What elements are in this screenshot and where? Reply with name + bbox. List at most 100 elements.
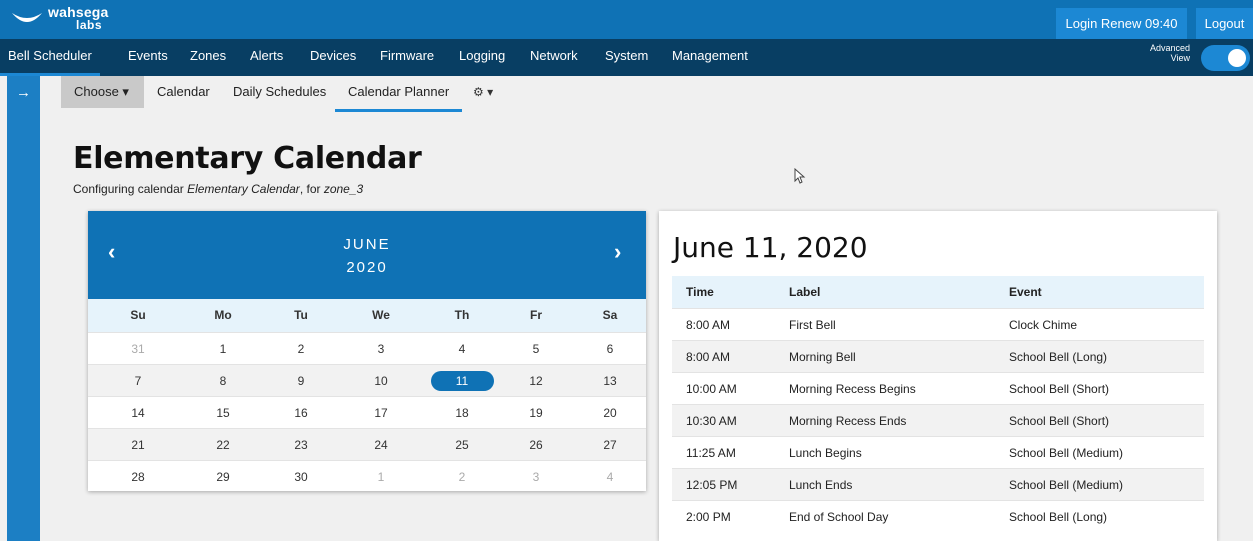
calendar-day[interactable]: 18 [422, 397, 502, 429]
nav-management[interactable]: Management [672, 39, 748, 76]
calendar-day[interactable]: 9 [261, 365, 341, 397]
calendar-month: JUNE [343, 236, 391, 253]
next-month-chevron-icon[interactable]: › [614, 239, 621, 265]
calendar-day[interactable]: 28 [98, 461, 178, 493]
calendar-day[interactable]: 7 [98, 365, 178, 397]
calendar-day[interactable]: 30 [261, 461, 341, 493]
calendar-day[interactable]: 2 [422, 461, 502, 493]
calendar-day[interactable]: 10 [341, 365, 421, 397]
calendar-day[interactable]: 22 [183, 429, 263, 461]
calendar-week-row: 31 1 2 3 4 5 6 [88, 332, 646, 364]
nav-logging[interactable]: Logging [459, 39, 505, 76]
calendar-week-row: 21 22 23 24 25 26 27 [88, 428, 646, 460]
calendar-day[interactable]: 15 [183, 397, 263, 429]
weekday-label: Mo [214, 308, 232, 322]
calendar-week-row: 28 29 30 1 2 3 4 [88, 460, 646, 492]
calendar-day[interactable]: 1 [341, 461, 421, 493]
mouse-cursor-icon [794, 168, 806, 184]
weekday-label: Sa [602, 308, 618, 322]
calendar-week-row: 7 8 9 10 11 12 13 [88, 364, 646, 396]
nav-firmware[interactable]: Firmware [380, 39, 434, 76]
logo-text-line2: labs [76, 18, 103, 32]
event-time: 12:05 PM [686, 478, 738, 492]
tab-calendar[interactable]: Calendar [157, 76, 210, 108]
event-row[interactable]: 12:05 PM Lunch Ends School Bell (Medium) [672, 468, 1204, 500]
month-calendar: ‹ JUNE 2020 › Su Mo Tu We Th Fr Sa 31 1 2 3 4 5 6 7 8 9 1… [88, 211, 646, 491]
event-row[interactable]: 2:00 PM End of School Day School Bell (Lon… [672, 500, 1204, 532]
logout-button[interactable]: Logout [1196, 8, 1253, 39]
event-label: Morning Recess Ends [789, 414, 907, 428]
gear-dropdown-icon[interactable]: ⚙ ▾ [473, 76, 493, 108]
event-sound: School Bell (Short) [1009, 382, 1110, 396]
event-row[interactable]: 11:25 AM Lunch Begins School Bell (Medium) [672, 436, 1204, 468]
advanced-view-label: Advanced View [1150, 43, 1191, 63]
calendar-day[interactable]: 5 [496, 333, 576, 365]
calendar-day[interactable]: 20 [570, 397, 650, 429]
event-time: 8:00 AM [686, 350, 731, 364]
nav-events[interactable]: Events [128, 39, 168, 76]
calendar-day[interactable]: 12 [496, 365, 576, 397]
calendar-day[interactable]: 14 [98, 397, 178, 429]
nav-alerts[interactable]: Alerts [250, 39, 283, 76]
calendar-day[interactable]: 1 [183, 333, 263, 365]
calendar-day[interactable]: 2 [261, 333, 341, 365]
login-renew-button[interactable]: Login Renew 09:40 [1056, 8, 1187, 39]
event-time: 2:00 PM [686, 510, 731, 524]
event-row[interactable]: 8:00 AM First Bell Clock Chime [672, 308, 1204, 340]
calendar-day[interactable]: 24 [341, 429, 421, 461]
events-header-row: Time Label Event [672, 276, 1204, 308]
events-table: Time Label Event 8:00 AM First Bell Clock Chi… [672, 276, 1204, 532]
nav-network[interactable]: Network [530, 39, 578, 76]
calendar-day[interactable]: 3 [341, 333, 421, 365]
calendar-day[interactable]: 26 [496, 429, 576, 461]
weekday-header-row: Su Mo Tu We Th Fr Sa [88, 299, 646, 332]
calendar-day[interactable]: 16 [261, 397, 341, 429]
event-row[interactable]: 10:00 AM Morning Recess Begins School Bell… [672, 372, 1204, 404]
calendar-day-selected[interactable]: 11 [422, 365, 502, 397]
event-label: Morning Recess Begins [789, 382, 916, 396]
calendar-day[interactable]: 4 [570, 461, 650, 493]
calendar-week-row: 14 15 16 17 18 19 20 [88, 396, 646, 428]
nav-zones[interactable]: Zones [190, 39, 226, 76]
top-bar: wahsega labs Login Renew 09:40 Logout [0, 0, 1253, 39]
calendar-day[interactable]: 29 [183, 461, 263, 493]
event-label: Lunch Begins [789, 446, 862, 460]
calendar-day[interactable]: 25 [422, 429, 502, 461]
weekday-label: Su [130, 308, 146, 322]
weekday-label: Tu [294, 308, 308, 322]
weekday-label: Fr [530, 308, 542, 322]
day-title: June 11, 2020 [673, 231, 868, 264]
tab-calendar-planner[interactable]: Calendar Planner [334, 76, 463, 112]
nav-bell-scheduler[interactable]: Bell Scheduler [0, 39, 100, 76]
calendar-day[interactable]: 6 [570, 333, 650, 365]
event-sound: School Bell (Short) [1009, 414, 1110, 428]
calendar-day[interactable]: 21 [98, 429, 178, 461]
calendar-day[interactable]: 8 [183, 365, 263, 397]
page-title: Elementary Calendar [73, 141, 422, 176]
calendar-day[interactable]: 19 [496, 397, 576, 429]
calendar-day[interactable]: 23 [261, 429, 341, 461]
calendar-day[interactable]: 4 [422, 333, 502, 365]
column-header: Event [1009, 285, 1042, 299]
calendar-day[interactable]: 17 [341, 397, 421, 429]
main-nav: Bell Scheduler Events Zones Alerts Devic… [0, 39, 1253, 76]
tab-daily-schedules[interactable]: Daily Schedules [233, 76, 326, 108]
expand-sidebar-arrow-icon[interactable]: → [16, 84, 31, 101]
calendar-header: ‹ JUNE 2020 › [88, 211, 646, 299]
toggle-knob [1228, 49, 1246, 67]
column-header: Label [789, 285, 821, 299]
event-row[interactable]: 10:30 AM Morning Recess Ends School Bell (… [672, 404, 1204, 436]
nav-devices[interactable]: Devices [310, 39, 356, 76]
calendar-day[interactable]: 3 [496, 461, 576, 493]
calendar-day[interactable]: 31 [98, 333, 178, 365]
wahsega-logo[interactable]: wahsega labs [8, 3, 118, 37]
nav-system[interactable]: System [605, 39, 648, 76]
calendar-day[interactable]: 27 [570, 429, 650, 461]
event-row[interactable]: 8:00 AM Morning Bell School Bell (Long) [672, 340, 1204, 372]
sidebar: → [7, 76, 40, 541]
page-subtitle: Configuring calendar Elementary Calendar… [73, 182, 364, 196]
event-sound: School Bell (Medium) [1009, 446, 1124, 460]
choose-dropdown[interactable]: Choose ▾ [61, 76, 144, 108]
advanced-view-toggle[interactable] [1201, 45, 1250, 71]
calendar-day[interactable]: 13 [570, 365, 650, 397]
